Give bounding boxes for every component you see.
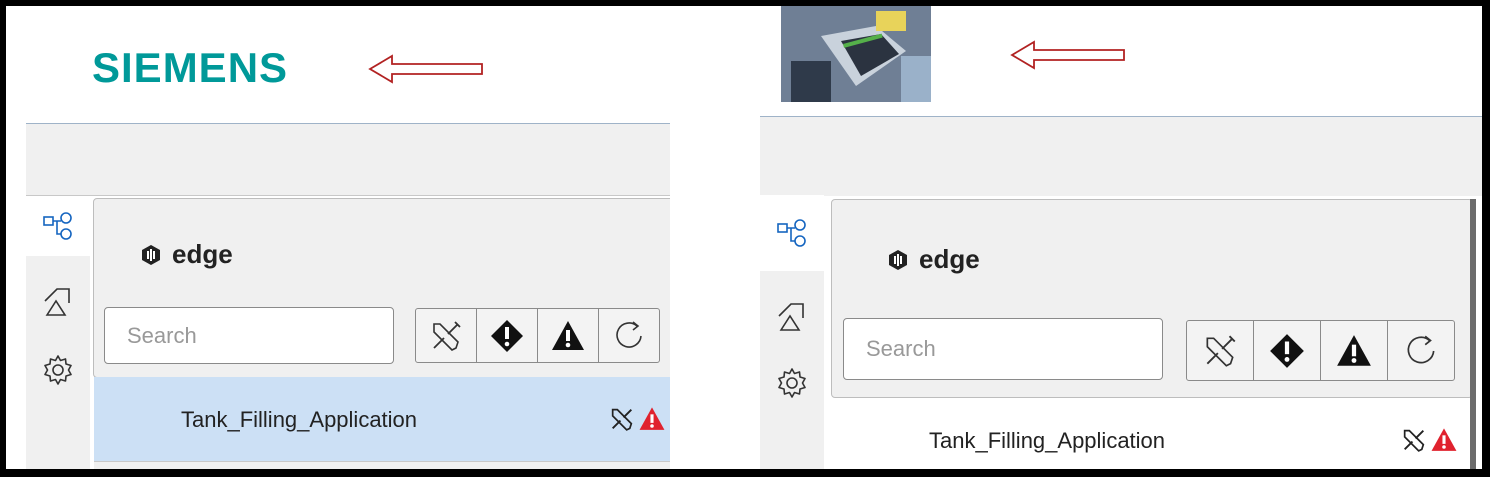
tree-panel-right: edge Search <box>831 199 1473 398</box>
warning-triangle-icon <box>552 320 584 350</box>
device-photo-image <box>781 6 931 102</box>
gear-icon <box>44 355 72 385</box>
filter-buttons <box>415 308 660 363</box>
search-input-right[interactable]: Search <box>843 318 1163 380</box>
annotation-arrow-right <box>1010 40 1125 70</box>
tree-row-tank-filling[interactable]: Tank_Filling_Application <box>94 377 670 461</box>
filter-maintenance-button[interactable] <box>415 308 477 363</box>
error-diamond-icon <box>491 319 523 352</box>
row-status-icons <box>608 405 666 433</box>
filter-warning-button-right[interactable] <box>1320 320 1388 381</box>
gear-icon <box>778 368 806 398</box>
error-diamond-icon <box>1270 333 1304 368</box>
tools-icon <box>433 320 461 351</box>
filter-error-button[interactable] <box>476 308 538 363</box>
tree-root-label-right: edge <box>919 244 980 274</box>
warning-triangle-icon <box>1337 334 1371 366</box>
device-photo <box>781 6 931 102</box>
tree-panel: edge Search <box>93 198 670 378</box>
refresh-button-right[interactable] <box>1387 320 1455 381</box>
sidebar-shapes-button[interactable] <box>26 272 90 332</box>
filter-buttons-right <box>1186 320 1455 381</box>
tools-icon <box>1206 335 1236 367</box>
tree-root-title-right: edge <box>887 244 980 275</box>
edge-icon <box>142 244 160 265</box>
filter-maintenance-button-right[interactable] <box>1186 320 1254 381</box>
tree-view-icon <box>43 212 72 240</box>
tree-row-label-right: Tank_Filling_Application <box>929 428 1166 453</box>
tree-row-label: Tank_Filling_Application <box>181 407 418 432</box>
search-placeholder: Search <box>127 322 197 348</box>
row-status-icons-right <box>1400 426 1458 454</box>
refresh-button[interactable] <box>598 308 660 363</box>
sidebar-tree-button-right[interactable] <box>760 195 824 271</box>
shapes-icon <box>778 303 804 331</box>
sidebar-shapes-button-right[interactable] <box>760 287 824 347</box>
vertical-scrollbar[interactable] <box>1470 199 1476 469</box>
filter-error-button-right[interactable] <box>1253 320 1321 381</box>
warning-triangle-icon <box>1431 428 1457 451</box>
sidebar-right <box>760 195 824 469</box>
tree-row-tank-filling-right[interactable]: Tank_Filling_Application <box>832 410 1468 469</box>
tree-root-label: edge <box>172 239 233 269</box>
tools-icon <box>1403 429 1425 452</box>
annotation-arrow-left <box>368 54 483 84</box>
refresh-icon <box>1407 335 1435 363</box>
warning-triangle-icon <box>639 407 665 430</box>
tree-root-title: edge <box>140 239 233 270</box>
tools-icon <box>611 408 633 431</box>
filter-warning-button[interactable] <box>537 308 599 363</box>
tree-view-icon <box>777 219 806 247</box>
sidebar-settings-button-right[interactable] <box>760 353 824 413</box>
sidebar <box>26 196 90 469</box>
siemens-logo: SIEMENS <box>92 44 289 91</box>
top-toolbar <box>26 123 670 196</box>
search-placeholder-right: Search <box>866 336 936 361</box>
search-input[interactable]: Search <box>104 307 394 364</box>
edge-icon <box>889 249 907 270</box>
refresh-icon <box>616 320 642 348</box>
screenshot-frame: SIEMENS edge Search Tank_Filling_Applica… <box>6 6 1482 469</box>
shapes-icon <box>44 288 70 316</box>
left-panel: SIEMENS edge Search Tank_Filling_Applica… <box>6 6 670 469</box>
sidebar-settings-button[interactable] <box>26 340 90 400</box>
top-toolbar-right <box>760 116 1482 196</box>
sidebar-tree-button[interactable] <box>26 196 90 256</box>
